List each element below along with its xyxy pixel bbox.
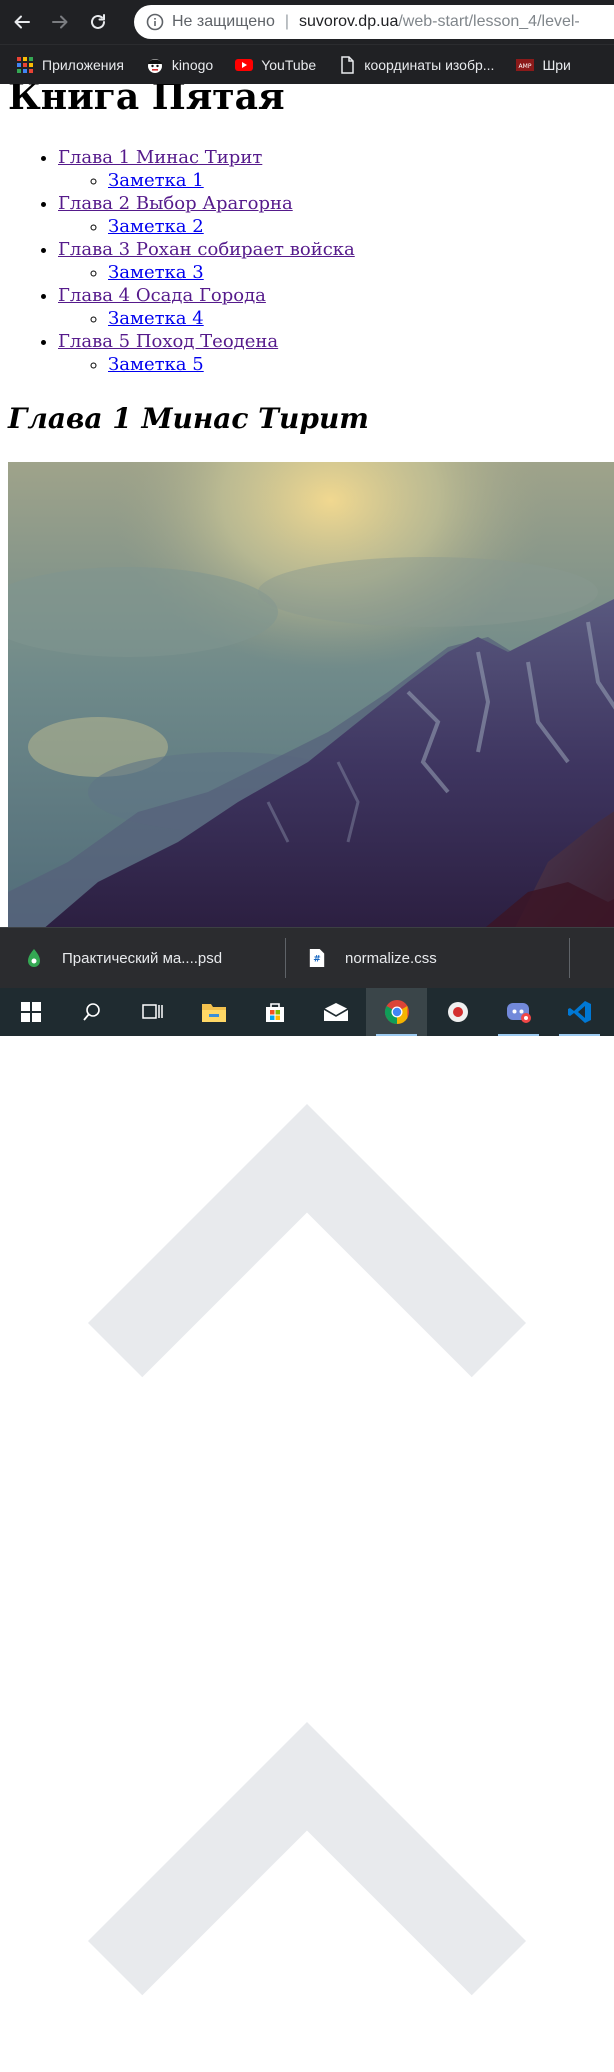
bookmark-label: Приложения bbox=[42, 56, 124, 73]
security-label: Не защищено bbox=[172, 13, 275, 30]
page-title: Книга Пятая bbox=[8, 84, 285, 118]
note-link[interactable]: Заметка 3 bbox=[108, 262, 204, 283]
vscode-icon bbox=[567, 1001, 591, 1023]
reload-icon bbox=[91, 14, 105, 29]
back-button[interactable] bbox=[6, 6, 38, 38]
info-icon[interactable] bbox=[146, 13, 164, 31]
browser-toolbar: Не защищено | suvorov.dp.ua /web-start/l… bbox=[0, 0, 614, 44]
store-icon bbox=[265, 1003, 284, 1022]
download-filename: Практический ма....psd bbox=[62, 949, 223, 967]
note-link[interactable]: Заметка 2 bbox=[108, 216, 204, 237]
toc-subitem: Заметка 2 bbox=[108, 215, 355, 238]
bookmark-label: kinogo bbox=[171, 56, 214, 73]
download-filename: normalize.css bbox=[345, 949, 437, 967]
chrome-icon bbox=[384, 1000, 409, 1024]
svg-text:AMP: AMP bbox=[519, 63, 532, 70]
toc-item: Глава 1 Минас Тирит Заметка 1 bbox=[58, 146, 355, 192]
bookmark-kinogo[interactable]: kinogo bbox=[146, 56, 213, 74]
document-icon bbox=[338, 55, 356, 74]
vscode-button[interactable] bbox=[549, 988, 610, 1036]
bookmark-youtube[interactable]: YouTube bbox=[235, 56, 316, 74]
note-link[interactable]: Заметка 5 bbox=[108, 354, 204, 375]
discord-button[interactable] bbox=[488, 988, 549, 1036]
youtube-icon bbox=[235, 56, 254, 74]
windows-start-icon bbox=[20, 1002, 41, 1022]
url-host: suvorov.dp.ua bbox=[299, 13, 399, 30]
download-item[interactable]: Практический ма....psd bbox=[24, 928, 222, 988]
toc-subitem: Заметка 5 bbox=[108, 353, 355, 376]
apps-grid-icon bbox=[16, 56, 34, 74]
chrome-button[interactable] bbox=[366, 988, 427, 1036]
bookmark-label: координаты изобр... bbox=[364, 56, 495, 73]
download-item[interactable]: # normalize.css bbox=[307, 928, 437, 988]
download-separator bbox=[569, 938, 570, 978]
bookmark-label: Шри bbox=[542, 56, 571, 73]
css-file-icon: # bbox=[307, 947, 327, 969]
chapter-link[interactable]: Глава 2 Выбор Арагорна bbox=[58, 193, 293, 214]
address-separator: | bbox=[284, 13, 290, 30]
toc-item: Глава 2 Выбор Арагорна Заметка 2 bbox=[58, 192, 355, 238]
toc-subitem: Заметка 3 bbox=[108, 261, 355, 284]
arrow-right-icon bbox=[52, 15, 68, 29]
amp-favicon-icon: AMP bbox=[516, 56, 535, 74]
web-page: Книга Пятая Глава 1 Минас Тирит Заметка … bbox=[0, 84, 614, 927]
download-separator bbox=[285, 938, 286, 978]
svg-text:#: # bbox=[313, 955, 321, 965]
store-button[interactable] bbox=[244, 988, 305, 1036]
toc-subitem: Заметка 1 bbox=[108, 169, 355, 192]
task-view-button[interactable] bbox=[122, 988, 183, 1036]
taskbar-search[interactable] bbox=[61, 988, 122, 1036]
bookmark-coordinates[interactable]: координаты изобр... bbox=[338, 55, 495, 74]
app-icon bbox=[447, 1002, 468, 1022]
mail-button[interactable] bbox=[305, 988, 366, 1036]
section-heading: Глава 1 Минас Тирит bbox=[8, 402, 369, 435]
arrow-left-icon bbox=[14, 15, 30, 29]
address-bar[interactable]: Не защищено | suvorov.dp.ua /web-start/l… bbox=[134, 5, 614, 39]
mountain-landscape-photo bbox=[8, 462, 614, 927]
note-link[interactable]: Заметка 4 bbox=[108, 308, 204, 329]
downloads-bar: Практический ма....psd # normalize.css bbox=[0, 927, 614, 1996]
windows-taskbar bbox=[0, 988, 614, 1036]
chapter-link[interactable]: Глава 1 Минас Тирит bbox=[58, 147, 262, 168]
note-link[interactable]: Заметка 1 bbox=[108, 170, 204, 191]
url-path: /web-start/lesson_4/level- bbox=[398, 13, 580, 30]
toc-item: Глава 5 Поход Теодена Заметка 5 bbox=[58, 330, 355, 376]
file-explorer-button[interactable] bbox=[183, 988, 244, 1036]
kinogo-favicon-icon bbox=[146, 56, 164, 74]
discord-icon bbox=[506, 1003, 531, 1023]
mail-icon bbox=[323, 1003, 348, 1021]
bookmark-amp[interactable]: AMP Шри bbox=[516, 56, 571, 74]
task-view-icon bbox=[141, 1004, 163, 1019]
psd-file-icon bbox=[24, 947, 44, 969]
chevron-up-icon[interactable] bbox=[0, 1546, 614, 2072]
chapter-link[interactable]: Глава 4 Осада Города bbox=[58, 285, 266, 306]
toc-subitem: Заметка 4 bbox=[108, 307, 355, 330]
start-button[interactable] bbox=[0, 988, 61, 1036]
bookmark-apps[interactable]: Приложения bbox=[16, 56, 124, 74]
bookmarks-bar: Приложения kinogo YouTube координаты изо… bbox=[0, 44, 614, 84]
search-icon bbox=[82, 1003, 100, 1021]
toc-item: Глава 4 Осада Города Заметка 4 bbox=[58, 284, 355, 330]
table-of-contents: Глава 1 Минас Тирит Заметка 1 Глава 2 Вы… bbox=[0, 146, 355, 376]
chapter-link[interactable]: Глава 3 Рохан собирает войска bbox=[58, 239, 355, 260]
file-explorer-icon bbox=[201, 1004, 226, 1022]
toc-item: Глава 3 Рохан собирает войска Заметка 3 bbox=[58, 238, 355, 284]
app-button[interactable] bbox=[427, 988, 488, 1036]
forward-button[interactable] bbox=[44, 6, 76, 38]
reload-button[interactable] bbox=[82, 6, 114, 38]
chapter-link[interactable]: Глава 5 Поход Теодена bbox=[58, 331, 278, 352]
bookmark-label: YouTube bbox=[261, 56, 317, 73]
